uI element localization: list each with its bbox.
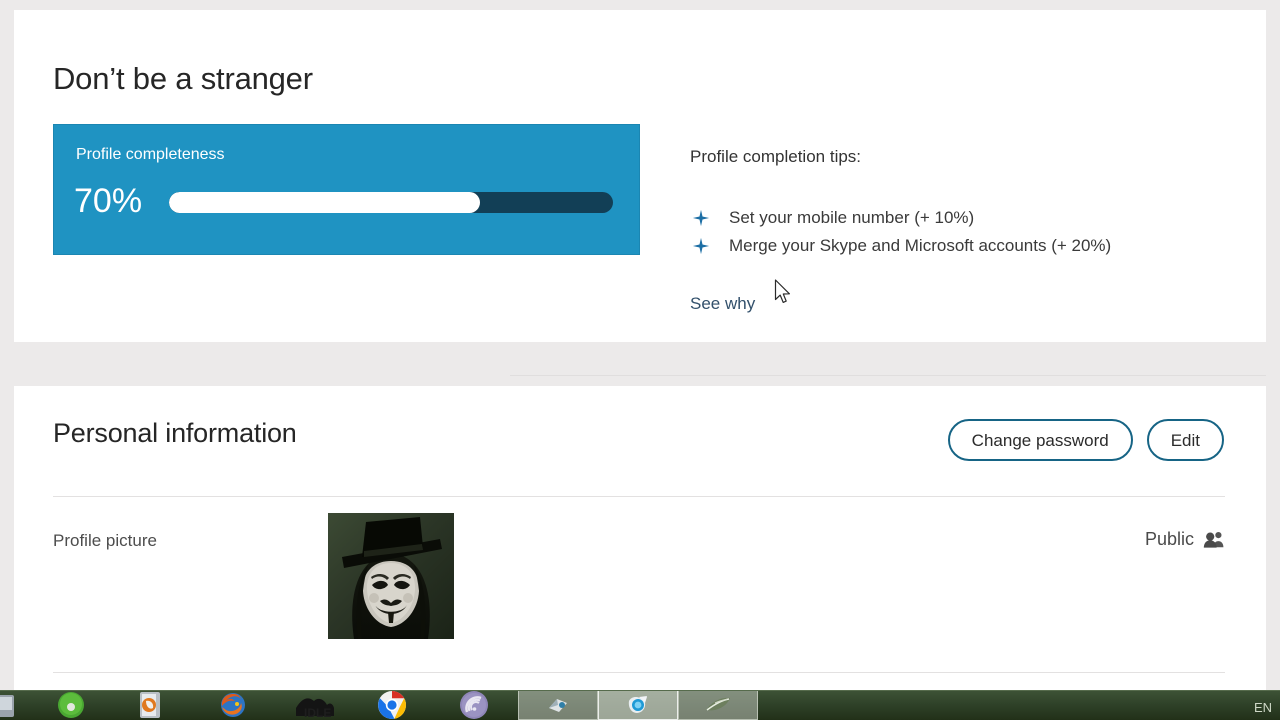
section-title: Personal information: [53, 418, 297, 448]
tip-item-merge-accounts: Merge your Skype and Microsoft accounts …: [690, 232, 1230, 260]
change-password-button[interactable]: Change password: [947, 419, 1133, 461]
personal-information-actions: Change password Edit: [947, 419, 1224, 461]
personal-information-card: Personal information Change password Edi…: [14, 386, 1266, 690]
tip-item-mobile-number: Set your mobile number (+ 10%): [690, 204, 1230, 232]
profile-completion-tips: Profile completion tips: Set your mobile…: [690, 146, 1230, 315]
svg-text:IDLE: IDLE: [304, 706, 331, 718]
taskbar-icon-start[interactable]: [0, 691, 24, 720]
page-scroll-area: Don’t be a stranger Profile completeness…: [0, 0, 1280, 690]
taskbar-icon-green-orb[interactable]: [52, 691, 90, 720]
profile-completeness-label: Profile completeness: [76, 146, 225, 163]
tips-title: Profile completion tips:: [690, 147, 862, 166]
progress-fill: [169, 192, 480, 213]
taskbar-icon-firefox[interactable]: [214, 691, 250, 720]
profile-picture-row: Profile picture Public: [53, 512, 1225, 662]
gap-divider: [510, 375, 1266, 376]
taskbar-window-3[interactable]: [678, 691, 758, 720]
profile-completeness-percent: 70%: [74, 182, 143, 220]
section-divider-top: [53, 496, 1225, 497]
leaf-icon: [706, 697, 730, 711]
tip-label: Set your mobile number (+ 10%): [729, 208, 975, 227]
plus-icon: [692, 237, 710, 255]
see-why-link[interactable]: See why: [690, 293, 755, 315]
profile-completeness-card: Don’t be a stranger Profile completeness…: [14, 10, 1266, 342]
idle-icon: IDLE: [296, 698, 334, 718]
media-player-icon: [140, 692, 160, 718]
tip-label: Merge your Skype and Microsoft accounts …: [729, 236, 1112, 255]
green-orb-icon: [58, 692, 84, 718]
page-title: Don’t be a stranger: [53, 61, 313, 96]
utorrent-icon: [460, 691, 488, 719]
taskbar-icon-idle[interactable]: IDLE: [293, 691, 337, 720]
taskbar-icon-chrome[interactable]: [372, 691, 412, 720]
privacy-label: Public: [1144, 529, 1194, 549]
privacy-status: Public: [1145, 528, 1225, 550]
taskbar-window-2[interactable]: [598, 691, 678, 720]
profile-completeness-progressbar: [169, 192, 613, 213]
chrome-icon: [378, 691, 406, 719]
profile-picture-label: Profile picture: [53, 531, 157, 550]
browser-icon: [628, 696, 647, 713]
window-icon: [549, 699, 567, 712]
taskbar[interactable]: IDLE EN: [0, 690, 1280, 720]
edit-button[interactable]: Edit: [1146, 419, 1224, 461]
card-gap: [0, 342, 1280, 386]
taskbar-icon-utorrent[interactable]: [454, 691, 494, 720]
firefox-icon: [221, 693, 245, 717]
plus-icon: [692, 209, 710, 227]
taskbar-window-1[interactable]: [518, 691, 598, 720]
section-divider-bottom: [53, 672, 1225, 673]
taskbar-icon-media-player[interactable]: [133, 691, 167, 720]
avatar[interactable]: [328, 513, 454, 639]
taskbar-language-indicator[interactable]: EN: [1254, 700, 1272, 716]
people-icon: [1203, 531, 1224, 548]
profile-completeness-panel: Profile completeness 70%: [53, 124, 640, 255]
start-orb-icon: [0, 695, 14, 717]
